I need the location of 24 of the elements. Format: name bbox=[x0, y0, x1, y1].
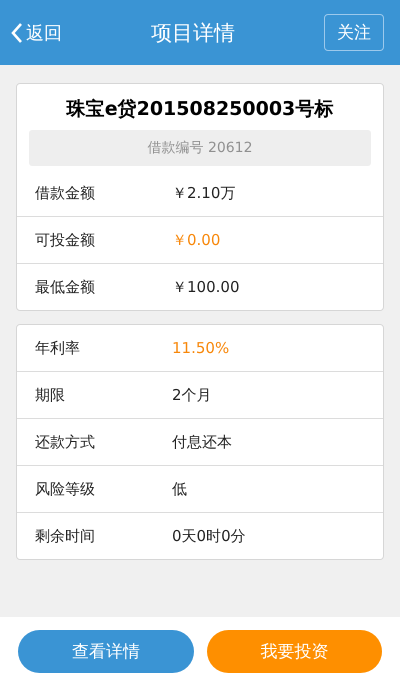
project-title: 珠宝e贷201508250003号标 bbox=[65, 97, 334, 122]
field-label: 年利率 bbox=[35, 338, 81, 358]
field-value: 低 bbox=[172, 480, 187, 498]
field-value: ￥2.10万 bbox=[172, 184, 236, 202]
field-value: 付息还本 bbox=[172, 432, 232, 452]
field-label: 还款方式 bbox=[35, 432, 96, 452]
field-label: 剩余时间 bbox=[35, 526, 96, 546]
back-chevron-icon bbox=[10, 22, 23, 44]
field-value: ￥100.00 bbox=[172, 278, 240, 296]
field-label: 期限 bbox=[35, 386, 66, 404]
field-label: 可投金额 bbox=[35, 230, 96, 250]
field-value: ￥0.00 bbox=[172, 230, 220, 250]
invest-button[interactable]: 我要投资 bbox=[206, 630, 382, 672]
page-title: 项目详情 bbox=[150, 20, 236, 46]
field-value: 11.50% bbox=[172, 339, 230, 357]
field-label: 风险等级 bbox=[35, 480, 96, 498]
details-button[interactable]: 查看详情 bbox=[18, 630, 194, 672]
loan-number: 借款编号 20612 bbox=[29, 130, 371, 166]
back-button[interactable]: 返回 bbox=[10, 20, 62, 44]
field-label: 最低金额 bbox=[35, 278, 96, 296]
field-value: 0天0时0分 bbox=[172, 526, 246, 546]
field-label: 借款金额 bbox=[35, 184, 96, 202]
field-value: 2个月 bbox=[172, 386, 212, 404]
follow-button[interactable]: 关注 bbox=[324, 14, 384, 51]
